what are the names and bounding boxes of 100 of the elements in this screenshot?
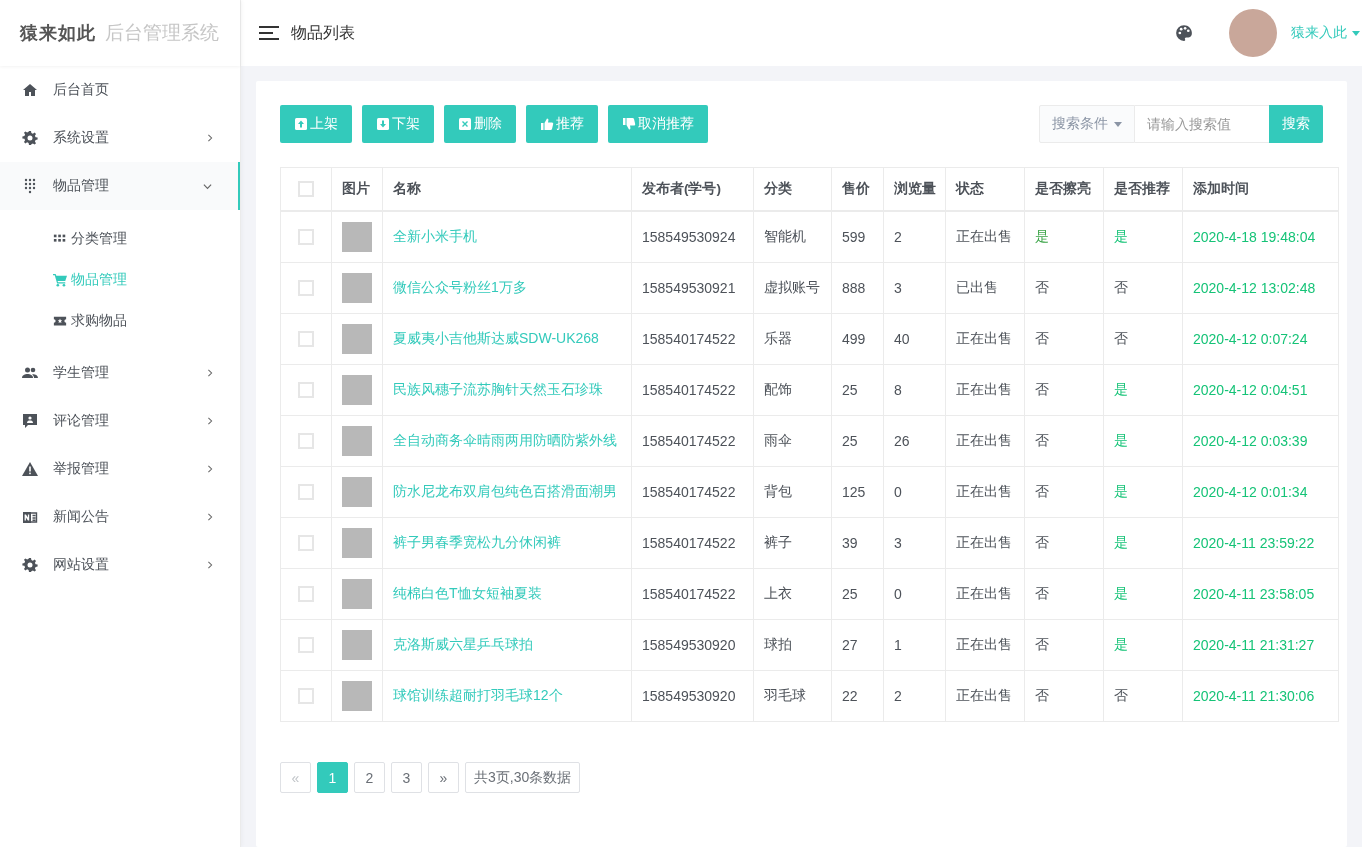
avatar[interactable] <box>1229 9 1277 57</box>
toolbar-button[interactable]: 取消推荐 <box>608 105 708 143</box>
palette-icon[interactable] <box>1175 24 1193 42</box>
row-checkbox[interactable] <box>298 688 314 704</box>
table-cell: 125 <box>831 466 884 518</box>
row-checkbox[interactable] <box>298 484 314 500</box>
search-button[interactable]: 搜索 <box>1269 105 1323 143</box>
table-cell: 正在出售 <box>945 211 1025 263</box>
table-cell: 158540174522 <box>631 466 754 518</box>
table-cell: 上衣 <box>753 568 832 620</box>
photo-placeholder <box>342 222 372 252</box>
sidebar-item[interactable]: 网站设置 <box>0 541 240 589</box>
toolbar-button[interactable]: 上架 <box>280 105 352 143</box>
table-cell: 是 <box>1103 364 1183 416</box>
sidebar-item[interactable]: 物品管理 <box>0 162 240 210</box>
table-cell: 158540174522 <box>631 364 754 416</box>
row-checkbox[interactable] <box>298 637 314 653</box>
page-button[interactable]: 1 <box>317 762 348 793</box>
table-cell: 0 <box>883 568 946 620</box>
user-menu[interactable]: 猿来入此 <box>1291 24 1362 42</box>
row-checkbox[interactable] <box>298 586 314 602</box>
row-checkbox[interactable] <box>298 433 314 449</box>
chevron-right-icon <box>206 134 214 142</box>
row-checkbox[interactable] <box>298 382 314 398</box>
table-cell: 智能机 <box>753 211 832 263</box>
submenu-item[interactable]: 物品管理 <box>0 259 240 300</box>
table-cell: 22 <box>831 670 884 722</box>
table-cell: 否 <box>1024 262 1104 314</box>
table-cell: 配饰 <box>753 364 832 416</box>
table-cell: 是 <box>1103 415 1183 467</box>
column-header: 添加时间 <box>1182 167 1339 211</box>
row-checkbox[interactable] <box>298 229 314 245</box>
column-header: 图片 <box>331 167 383 211</box>
menu-icon[interactable] <box>259 25 279 41</box>
item-name-link[interactable]: 裤子男春季宽松九分休闲裤 <box>382 517 632 569</box>
chevron-right-icon <box>206 513 214 521</box>
table-cell: 599 <box>831 211 884 263</box>
column-header: 分类 <box>753 167 832 211</box>
brand-logo: 猿来如此 <box>20 22 96 45</box>
search-field[interactable]: 请输入搜索值 <box>1135 105 1269 143</box>
photo-placeholder <box>342 528 372 558</box>
table-cell: 否 <box>1103 670 1183 722</box>
photo-placeholder <box>342 630 372 660</box>
column-header: 名称 <box>382 167 632 211</box>
table-cell: 3 <box>883 517 946 569</box>
table-cell: 羽毛球 <box>753 670 832 722</box>
table-cell: 否 <box>1024 364 1104 416</box>
table-cell: 2020-4-18 19:48:04 <box>1182 211 1339 263</box>
row-checkbox[interactable] <box>298 280 314 296</box>
column-header: 浏览量 <box>883 167 946 211</box>
sidebar-item[interactable]: 新闻公告 <box>0 493 240 541</box>
table-cell: 裤子 <box>753 517 832 569</box>
table-cell: 否 <box>1024 415 1104 467</box>
table-cell: 39 <box>831 517 884 569</box>
home-icon <box>22 82 38 98</box>
row-checkbox[interactable] <box>298 535 314 551</box>
sidebar-item[interactable]: 后台首页 <box>0 66 240 114</box>
sidebar-item[interactable]: 评论管理 <box>0 397 240 445</box>
item-name-link[interactable]: 夏威夷小吉他斯达威SDW-UK268 <box>382 313 632 365</box>
submenu-item[interactable]: 分类管理 <box>0 218 240 259</box>
item-name-link[interactable]: 全自动商务伞晴雨两用防晒防紫外线 <box>382 415 632 467</box>
search-condition-dropdown[interactable]: 搜索条件 <box>1039 105 1135 143</box>
toolbar-button[interactable]: 下架 <box>362 105 434 143</box>
toolbar-button[interactable]: 删除 <box>444 105 516 143</box>
chevron-right-icon <box>206 561 214 569</box>
table-cell: 25 <box>831 568 884 620</box>
toolbar-button[interactable]: 推荐 <box>526 105 598 143</box>
item-name-link[interactable]: 纯棉白色T恤女短袖夏装 <box>382 568 632 620</box>
thumbs-down-icon <box>622 117 636 131</box>
table-cell: 2020-4-11 23:59:22 <box>1182 517 1339 569</box>
table-cell: 正在出售 <box>945 568 1025 620</box>
table-cell: 499 <box>831 313 884 365</box>
sidebar-item[interactable]: 学生管理 <box>0 349 240 397</box>
settings-icon <box>22 557 38 573</box>
item-name-link[interactable]: 克洛斯威六星乒乓球拍 <box>382 619 632 671</box>
cart-icon <box>53 272 67 287</box>
page-button[interactable]: 3 <box>391 762 422 793</box>
sidebar-item[interactable]: 系统设置 <box>0 114 240 162</box>
item-name-link[interactable]: 防水尼龙布双肩包纯色百搭滑面潮男 <box>382 466 632 518</box>
table-cell: 否 <box>1024 313 1104 365</box>
column-header: 状态 <box>945 167 1025 211</box>
table-cell: 是 <box>1103 466 1183 518</box>
sidebar-item[interactable]: 举报管理 <box>0 445 240 493</box>
row-checkbox[interactable] <box>298 331 314 347</box>
next-page-button[interactable]: » <box>428 762 459 793</box>
table-cell: 正在出售 <box>945 619 1025 671</box>
item-name-link[interactable]: 球馆训练超耐打羽毛球12个 <box>382 670 632 722</box>
table-cell: 虚拟账号 <box>753 262 832 314</box>
item-name-link[interactable]: 微信公众号粉丝1万多 <box>382 262 632 314</box>
caret-down-icon <box>1114 121 1122 127</box>
chevron-right-icon <box>206 369 214 377</box>
people-icon <box>22 365 38 381</box>
column-header: 是否擦亮 <box>1024 167 1104 211</box>
submenu-item[interactable]: 求购物品 <box>0 300 240 341</box>
table-cell: 2020-4-11 23:58:05 <box>1182 568 1339 620</box>
item-name-link[interactable]: 全新小米手机 <box>382 211 632 263</box>
select-all-checkbox[interactable] <box>298 181 314 197</box>
page-button[interactable]: 2 <box>354 762 385 793</box>
item-name-link[interactable]: 民族风穗子流苏胸针天然玉石珍珠 <box>382 364 632 416</box>
table-cell: 正在出售 <box>945 364 1025 416</box>
